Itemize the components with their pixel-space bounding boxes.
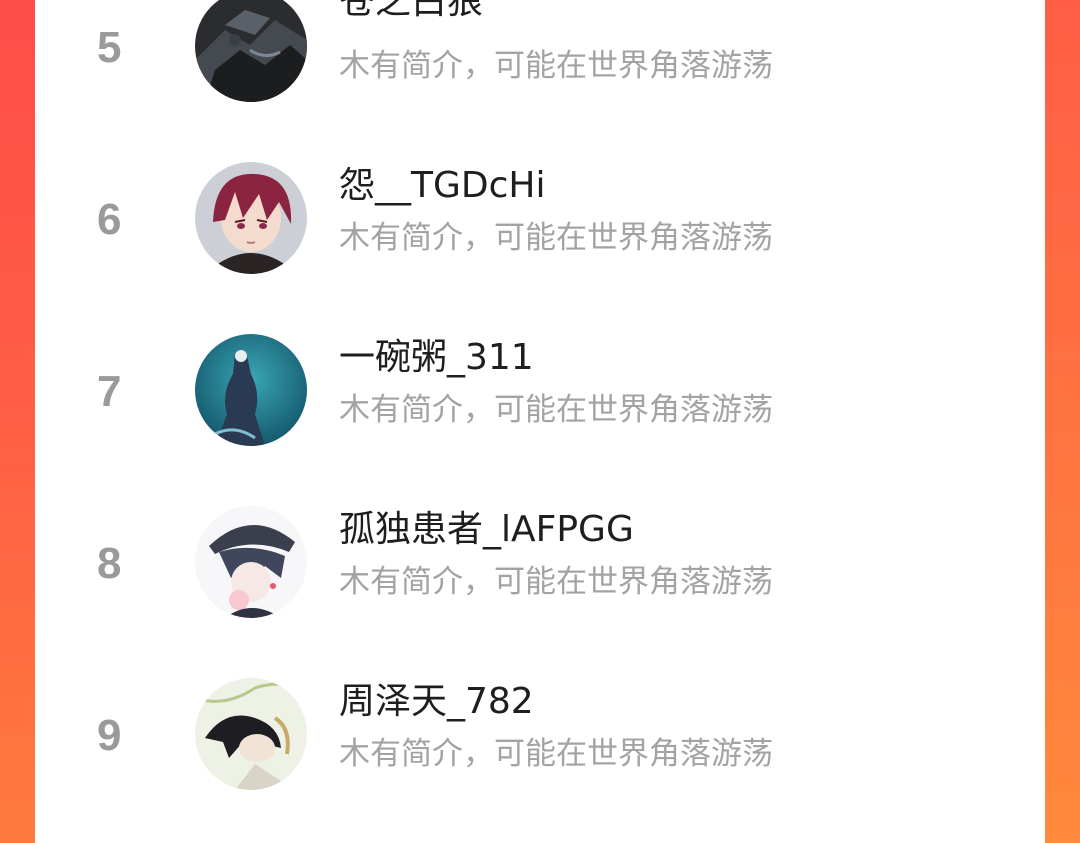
user-name[interactable]: 周泽天_782 xyxy=(339,680,534,724)
user-bio: 木有简介，可能在世界角落游荡 xyxy=(339,392,773,428)
anime-boy-red-hair-avatar-icon xyxy=(195,162,307,274)
user-bio: 木有简介，可能在世界角落游荡 xyxy=(339,48,773,84)
user-bio: 木有简介，可能在世界角落游荡 xyxy=(339,564,773,600)
user-avatar[interactable] xyxy=(195,506,307,618)
user-name[interactable]: 苍之白狼 xyxy=(339,0,483,24)
user-avatar[interactable] xyxy=(195,162,307,274)
rank-number: 9 xyxy=(97,711,122,760)
right-gradient-border xyxy=(1045,0,1080,843)
ranking-row[interactable]: 7 一碗粥_311 木有简介，可能在世界角落游荡 xyxy=(35,304,1045,476)
teal-figure-avatar-icon xyxy=(195,334,307,446)
user-name[interactable]: 孤独患者_lAFPGG xyxy=(339,508,634,552)
user-avatar[interactable] xyxy=(195,334,307,446)
anime-boy-hat-avatar-icon xyxy=(195,506,307,618)
ranking-row[interactable]: 8 孤独患者_lAFPGG 木有简介，可能在世界角落游荡 xyxy=(35,476,1045,648)
ranking-list-panel: 5 苍之白狼 木有简介，可能在世界角落游荡 6 怨__TGDcHi 木有简介，可… xyxy=(35,0,1045,843)
rank-number: 5 xyxy=(97,23,122,72)
anime-boy-sleeping-avatar-icon xyxy=(195,678,307,790)
user-bio: 木有简介，可能在世界角落游荡 xyxy=(339,736,773,772)
user-name[interactable]: 一碗粥_311 xyxy=(339,336,534,380)
ranking-row[interactable]: 6 怨__TGDcHi 木有简介，可能在世界角落游荡 xyxy=(35,132,1045,304)
dark-wolf-avatar-icon xyxy=(195,0,307,102)
rank-number: 7 xyxy=(97,367,122,416)
user-name[interactable]: 怨__TGDcHi xyxy=(339,164,545,208)
ranking-row[interactable]: 9 周泽天_782 木有简介，可能在世界角落游荡 xyxy=(35,648,1045,820)
user-avatar[interactable] xyxy=(195,0,307,102)
user-avatar[interactable] xyxy=(195,678,307,790)
rank-number: 6 xyxy=(97,195,122,244)
rank-number: 8 xyxy=(97,539,122,588)
user-bio: 木有简介，可能在世界角落游荡 xyxy=(339,220,773,256)
ranking-row[interactable]: 5 苍之白狼 木有简介，可能在世界角落游荡 xyxy=(35,0,1045,132)
